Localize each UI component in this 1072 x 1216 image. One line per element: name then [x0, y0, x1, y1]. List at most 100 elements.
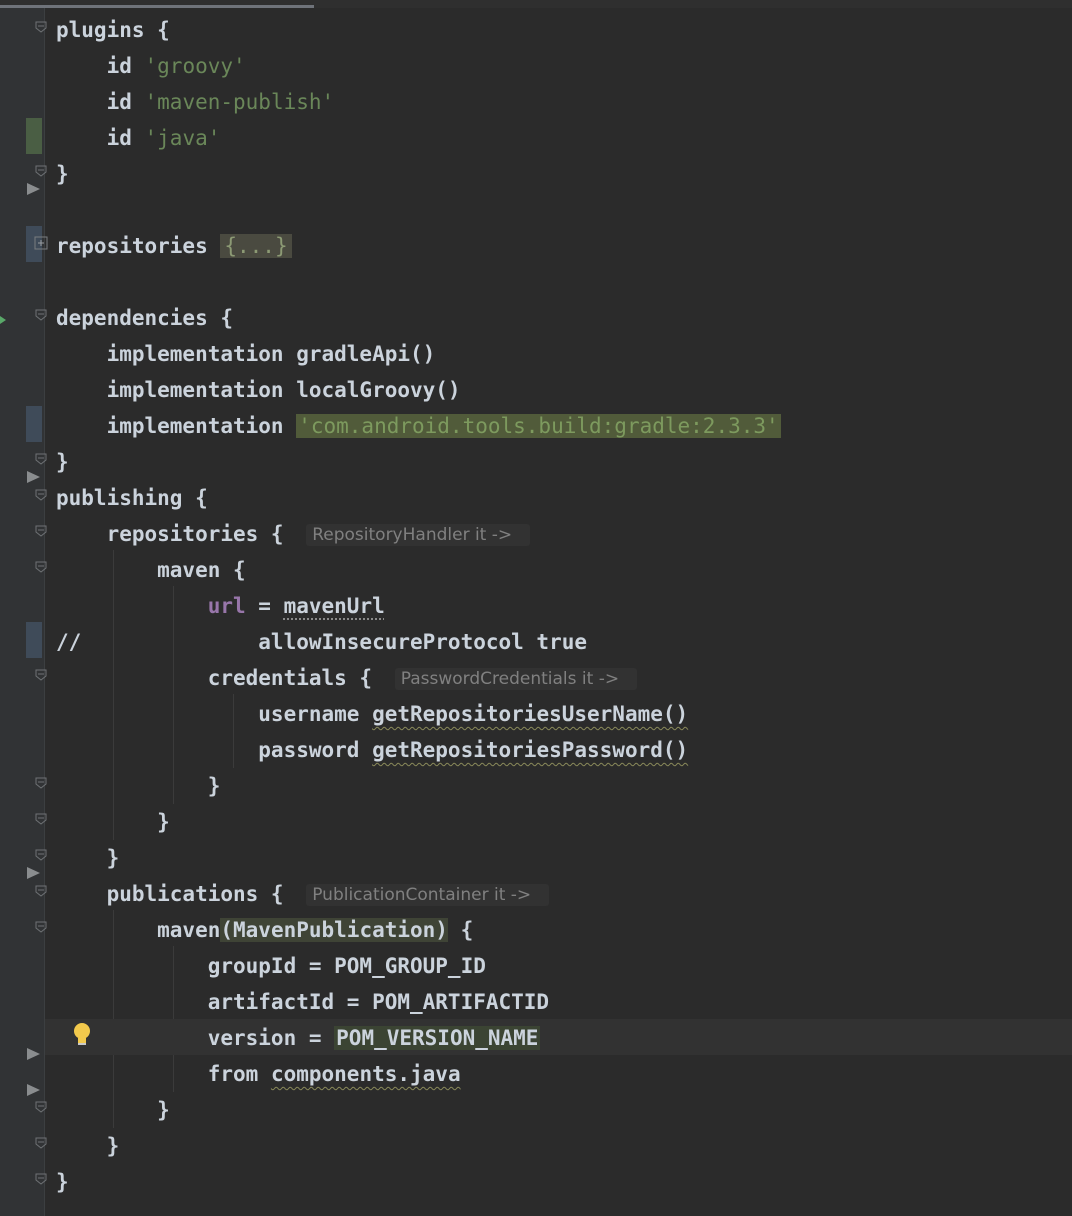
code-line-pub-repositories-close[interactable]: } — [56, 840, 120, 876]
bookmark-marker-icon[interactable] — [27, 867, 40, 879]
change-stripe-added[interactable] — [26, 118, 42, 154]
code-line-maven-publication-close[interactable]: } — [56, 1092, 170, 1128]
code-token: 'java' — [144, 126, 221, 150]
code-token: } — [56, 1170, 69, 1194]
code-token: 'maven-publish' — [144, 90, 335, 114]
code-line-group-id-line[interactable]: groupId = POM_GROUP_ID — [56, 948, 486, 984]
code-token: url — [207, 594, 246, 618]
code-token: } — [56, 1134, 120, 1158]
code-token: getRepositoriesUserName() — [372, 702, 689, 726]
code-token: { — [447, 918, 474, 942]
fold-toggle-icon[interactable] — [34, 1172, 48, 1186]
code-token: dependencies { — [56, 306, 234, 330]
fold-toggle-icon[interactable] — [34, 20, 48, 34]
code-line-maven-close[interactable]: } — [56, 804, 170, 840]
fold-toggle-icon[interactable] — [34, 452, 48, 466]
code-line-id-java[interactable]: id 'java' — [56, 120, 221, 156]
code-token: // allowInsecureProtocol true — [56, 630, 588, 654]
code-line-password-line[interactable]: password getRepositoriesPassword() — [56, 732, 688, 768]
code-token: maven — [56, 918, 221, 942]
fold-toggle-icon[interactable] — [34, 884, 48, 898]
bookmark-marker-icon[interactable] — [27, 183, 40, 195]
code-line-maven-publication-open[interactable]: maven(MavenPublication) { — [56, 912, 473, 948]
bookmark-marker-icon[interactable] — [27, 471, 40, 483]
change-stripe-modified[interactable] — [26, 622, 42, 658]
code-token: groupId = POM_GROUP_ID — [56, 954, 486, 978]
fold-toggle-icon[interactable] — [34, 1100, 48, 1114]
code-line-credentials-close[interactable]: } — [56, 768, 221, 804]
code-line-plugins-open[interactable]: plugins { — [56, 12, 170, 48]
code-token: repositories { — [56, 522, 297, 546]
code-token: } — [56, 810, 170, 834]
code-token: mavenUrl — [283, 594, 385, 618]
bookmark-marker-icon[interactable] — [27, 1084, 40, 1096]
code-line-plugins-close[interactable]: } — [56, 156, 69, 192]
code-line-pub-repositories-open[interactable]: repositories { RepositoryHandler it -> — [56, 516, 531, 552]
code-line-version-line[interactable]: version = POM_VERSION_NAME — [56, 1020, 541, 1056]
code-line-dependencies-close[interactable]: } — [56, 444, 69, 480]
code-token: publishing { — [56, 486, 208, 510]
fold-expand-icon[interactable] — [34, 236, 48, 250]
code-token: POM_VERSION_NAME — [334, 1026, 541, 1050]
fold-toggle-icon[interactable] — [34, 524, 48, 538]
code-line-url-line[interactable]: url = mavenUrl — [56, 588, 385, 624]
code-token: implementation gradleApi() — [56, 342, 436, 366]
code-line-dependencies-open[interactable]: dependencies { — [56, 300, 233, 336]
code-token: version = — [56, 1026, 335, 1050]
code-token: publications { — [56, 882, 297, 906]
code-line-publications-close[interactable]: } — [56, 1128, 120, 1164]
bookmark-marker-icon[interactable] — [27, 1048, 40, 1060]
code-token: maven { — [56, 558, 246, 582]
code-token: artifactId = POM_ARTIFACTID — [56, 990, 550, 1014]
fold-toggle-icon[interactable] — [34, 812, 48, 826]
code-token: } — [56, 846, 120, 870]
code-token: } — [56, 450, 69, 474]
code-token: id — [56, 54, 145, 78]
fold-toggle-icon[interactable] — [34, 776, 48, 790]
code-token: } — [56, 1098, 170, 1122]
code-line-credentials-open[interactable]: credentials { PasswordCredentials it -> — [56, 660, 638, 696]
code-token: components.java — [270, 1062, 461, 1086]
fold-toggle-icon[interactable] — [34, 488, 48, 502]
code-token: username — [56, 702, 373, 726]
code-token: } — [56, 162, 69, 186]
fold-toggle-icon[interactable] — [34, 1136, 48, 1150]
code-line-commented-allow-insecure[interactable]: // allowInsecureProtocol true — [56, 624, 587, 660]
fold-toggle-icon[interactable] — [34, 920, 48, 934]
parameter-hint: RepositoryHandler it -> — [306, 524, 531, 546]
code-line-repositories-folded[interactable]: repositories {...} — [56, 228, 292, 264]
fold-toggle-icon[interactable] — [34, 308, 48, 322]
change-stripe-modified[interactable] — [26, 406, 42, 442]
parameter-hint: PasswordCredentials it -> — [394, 668, 638, 690]
code-token: implementation localGroovy() — [56, 378, 461, 402]
editor-tab-strip — [0, 0, 1072, 8]
code-token: 'com.android.tools.build:gradle:2.3.3' — [296, 414, 781, 438]
code-line-maven-open[interactable]: maven { — [56, 552, 246, 588]
code-token: implementation — [56, 414, 297, 438]
code-line-id-groovy[interactable]: id 'groovy' — [56, 48, 246, 84]
fold-toggle-icon[interactable] — [34, 560, 48, 574]
code-line-id-maven-publish[interactable]: id 'maven-publish' — [56, 84, 335, 120]
scroll-indicator[interactable] — [0, 5, 314, 8]
fold-toggle-icon[interactable] — [34, 668, 48, 682]
run-gutter-icon[interactable] — [0, 316, 6, 324]
fold-toggle-icon[interactable] — [34, 164, 48, 178]
code-line-publishing-open[interactable]: publishing { — [56, 480, 208, 516]
code-line-artifact-id-line[interactable]: artifactId = POM_ARTIFACTID — [56, 984, 549, 1020]
code-line-publications-open[interactable]: publications { PublicationContainer it -… — [56, 876, 550, 912]
code-token: password — [56, 738, 373, 762]
code-line-publishing-close[interactable]: } — [56, 1164, 69, 1200]
code-token: getRepositoriesPassword() — [372, 738, 689, 762]
code-line-impl-gradle-api[interactable]: implementation gradleApi() — [56, 336, 436, 372]
code-line-impl-local-groovy[interactable]: implementation localGroovy() — [56, 372, 461, 408]
code-token: (MavenPublication) — [220, 918, 448, 942]
fold-toggle-icon[interactable] — [34, 848, 48, 862]
code-line-username-line[interactable]: username getRepositoriesUserName() — [56, 696, 688, 732]
code-token: } — [56, 774, 221, 798]
code-line-impl-android-tools[interactable]: implementation 'com.android.tools.build:… — [56, 408, 781, 444]
code-token: credentials { — [56, 666, 385, 690]
parameter-hint: PublicationContainer it -> — [306, 884, 550, 906]
code-token: {...} — [220, 234, 292, 258]
code-line-from-line[interactable]: from components.java — [56, 1056, 461, 1092]
